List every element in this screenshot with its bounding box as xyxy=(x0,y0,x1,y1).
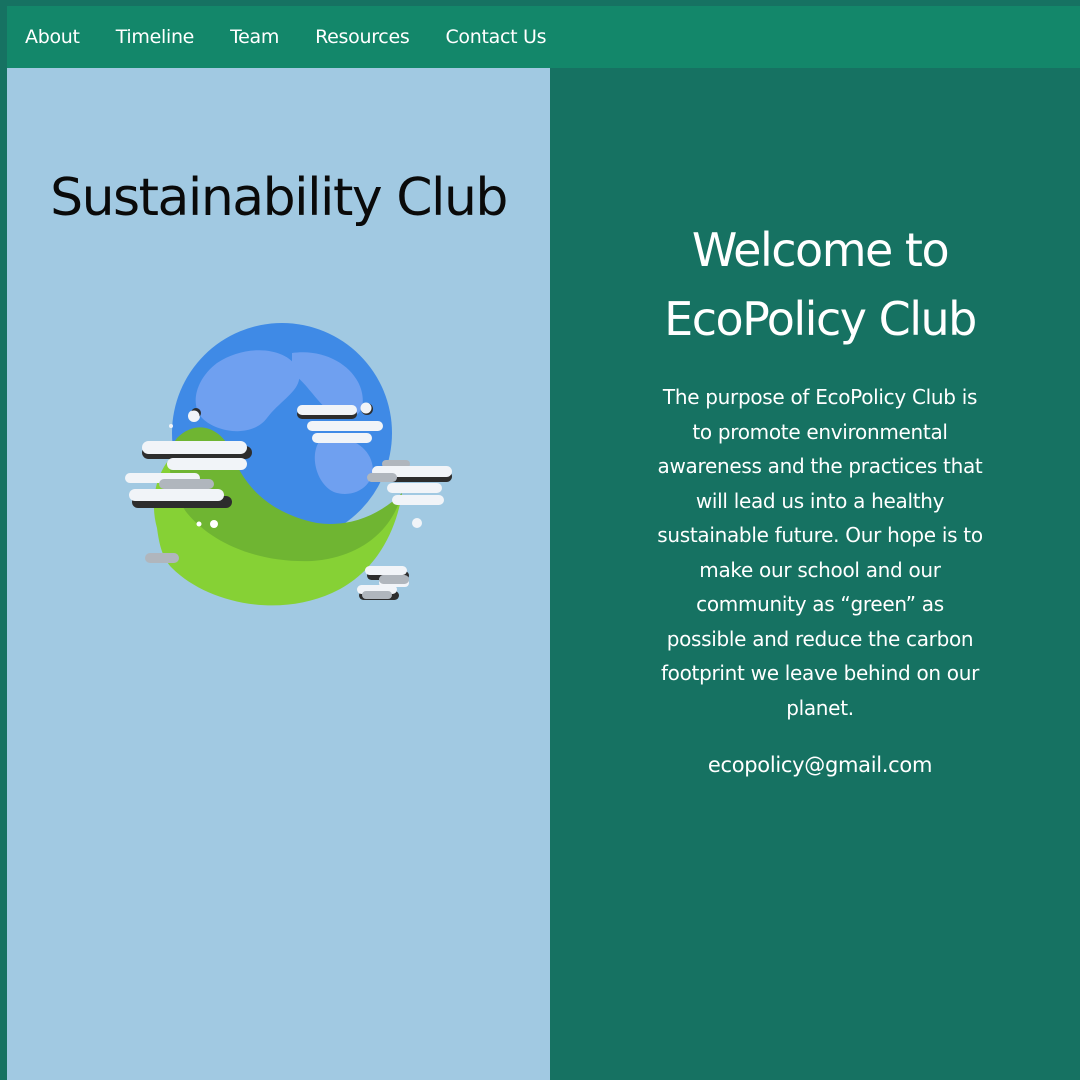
nav-resources[interactable]: Resources xyxy=(315,26,410,48)
nav-contact-us[interactable]: Contact Us xyxy=(445,26,546,48)
top-navigation: About Timeline Team Resources Contact Us xyxy=(7,6,1080,68)
page: About Timeline Team Resources Contact Us… xyxy=(0,0,1080,1080)
purpose-text: The purpose of EcoPolicy Club is to prom… xyxy=(657,385,983,720)
globe-leaf-illustration xyxy=(125,323,452,606)
club-title: Sustainability Club xyxy=(50,168,508,228)
welcome-heading: Welcome to EcoPolicy Club xyxy=(664,223,977,346)
nav-about[interactable]: About xyxy=(25,26,80,48)
left-panel: Sustainability Club xyxy=(7,68,550,1080)
contact-email[interactable]: ecopolicy@gmail.com xyxy=(645,753,995,777)
right-panel: Welcome to EcoPolicy Club The purpose of… xyxy=(550,68,1080,1080)
nav-timeline[interactable]: Timeline xyxy=(116,26,195,48)
nav-team[interactable]: Team xyxy=(230,26,279,48)
